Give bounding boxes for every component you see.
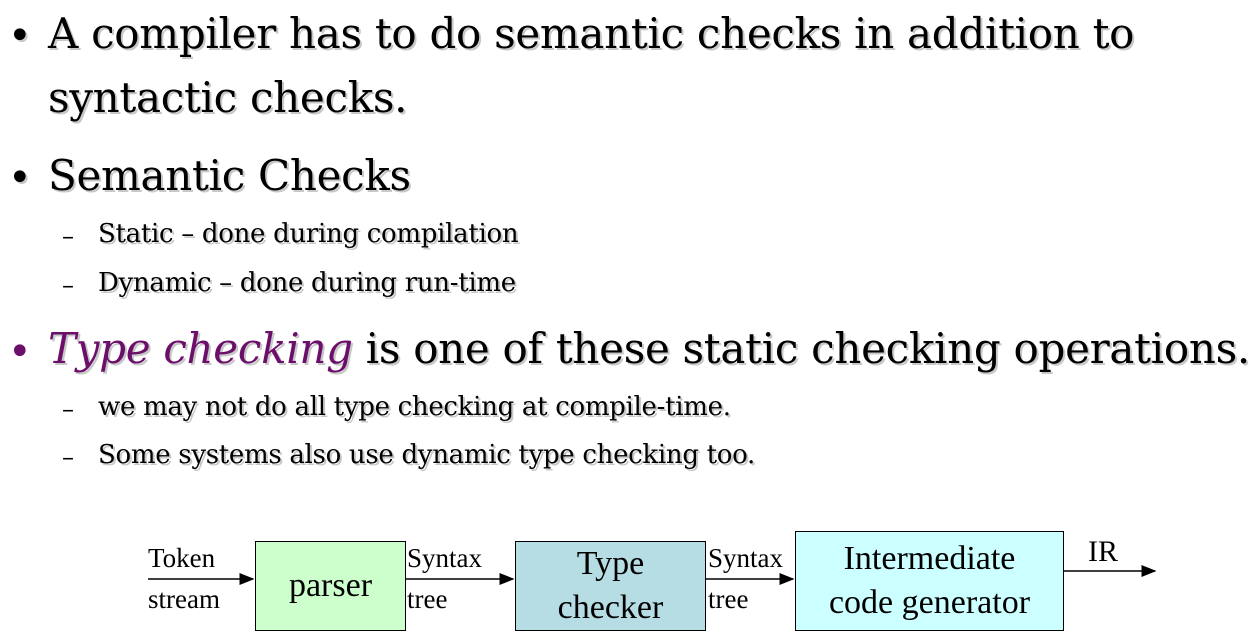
type-checker-label-2: checker (557, 589, 664, 626)
token-label: Token (148, 543, 216, 573)
parser-label: parser (288, 567, 373, 604)
syntax-label-2: Syntax (708, 543, 784, 573)
tree-label-1: tree (407, 584, 448, 614)
type-checker-box: Type checker (515, 541, 706, 631)
syntax-label-1: Syntax (407, 543, 483, 573)
type-checker-label-1: Type (576, 544, 645, 582)
icg-label-2: code generator (828, 584, 1031, 621)
tree-label-2: tree (708, 584, 749, 614)
intermediate-code-generator-box: Intermediate code generator (795, 531, 1064, 631)
ir-label: IR (1088, 535, 1118, 568)
icg-label-1: Intermediate (843, 539, 1016, 577)
stream-label: stream (148, 584, 220, 614)
parser-box: parser (255, 541, 406, 631)
